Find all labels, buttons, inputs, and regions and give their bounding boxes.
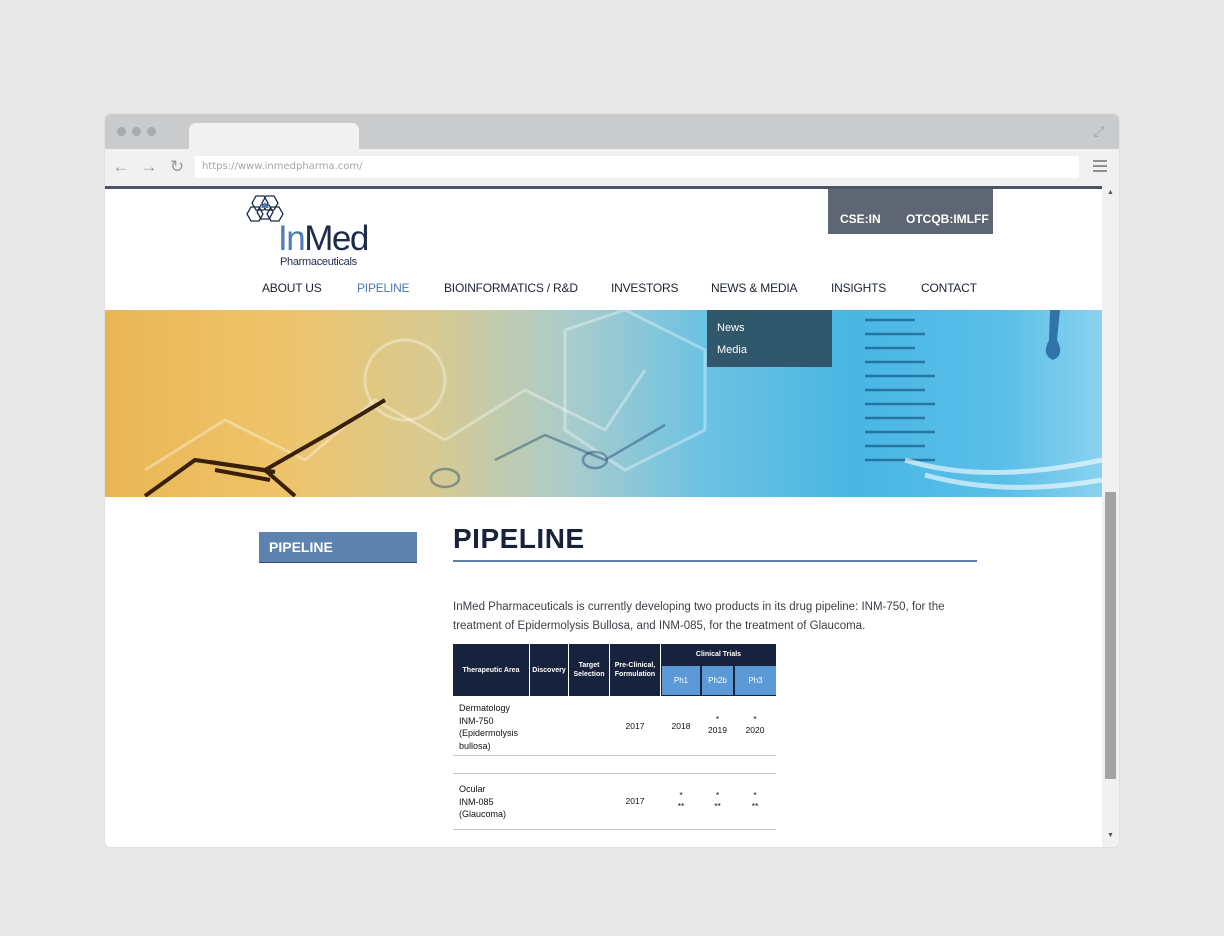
row1-area-line: (Epidermolysis bbox=[459, 728, 519, 738]
pipeline-table: Therapeutic Area Discovery Target Select… bbox=[453, 644, 776, 832]
row2-area-line: Ocular bbox=[459, 784, 486, 794]
reload-icon[interactable]: ↻ bbox=[167, 157, 187, 177]
row1-area-line: bullosa) bbox=[459, 740, 491, 751]
th-clinical-trials: Clinical Trials bbox=[661, 644, 776, 664]
stock-ticker-box: CSE:IN OTCQB:IMLFF bbox=[828, 189, 993, 234]
address-bar: ← → ↻ https://www.inmedpharma.com/ bbox=[105, 149, 1119, 186]
forward-arrow-icon[interactable]: → bbox=[139, 157, 159, 177]
row-divider bbox=[453, 755, 776, 756]
page-scrollbar[interactable]: ▲ ▼ bbox=[1102, 186, 1119, 847]
nav-pipeline[interactable]: PIPELINE bbox=[357, 281, 410, 295]
row2-ph3-mark: * bbox=[753, 790, 757, 800]
back-arrow-icon[interactable]: ← bbox=[111, 157, 131, 177]
sidebar-item-pipeline[interactable]: PIPELINE bbox=[259, 532, 417, 563]
title-underline bbox=[453, 560, 977, 562]
browser-window: ⤢ ← → ↻ https://www.inmedpharma.com/ InM… bbox=[105, 114, 1119, 847]
row1-ph2b-mark: * bbox=[715, 714, 720, 724]
inmed-logo[interactable]: InMed Pharmaceuticals bbox=[242, 194, 392, 269]
th-ph1: Ph1 bbox=[662, 666, 700, 695]
row2-ph2b: * ** bbox=[701, 790, 734, 812]
th-therapeutic-area: Therapeutic Area bbox=[453, 644, 529, 696]
row1-ph3-year: 2020 bbox=[745, 725, 765, 735]
row2-ph3: * ** bbox=[734, 790, 776, 812]
row2-area: Ocular INM-085 (Glaucoma) bbox=[459, 783, 506, 821]
scrollbar-thumb[interactable] bbox=[1105, 492, 1116, 779]
row2-ph2b-value: ** bbox=[714, 801, 721, 811]
row2-ph1-value: ** bbox=[677, 801, 685, 811]
browser-tab[interactable] bbox=[189, 123, 359, 149]
row-divider bbox=[453, 773, 776, 774]
intro-paragraph: InMed Pharmaceuticals is currently devel… bbox=[453, 601, 945, 632]
row1-area: Dermatology INM-750 (Epidermolysis bullo… bbox=[459, 702, 518, 752]
window-dot-minimize[interactable] bbox=[132, 127, 141, 136]
dropdown-item-news[interactable]: News bbox=[717, 322, 745, 334]
molecule-illustration bbox=[143, 310, 1102, 497]
scroll-up-arrow-icon[interactable]: ▲ bbox=[1105, 189, 1116, 196]
main-nav: ABOUT US PIPELINE BIOINFORMATICS / R&D I… bbox=[105, 281, 1102, 306]
row2-ph2b-mark: * bbox=[715, 790, 720, 800]
th-target-selection: Target Selection bbox=[569, 644, 609, 696]
row1-ph2b-year: 2019 bbox=[708, 725, 727, 735]
nav-investors[interactable]: INVESTORS bbox=[611, 281, 679, 295]
nav-contact[interactable]: CONTACT bbox=[921, 281, 977, 295]
nav-insights[interactable]: INSIGHTS bbox=[831, 281, 886, 295]
row1-preclinical: 2017 bbox=[625, 721, 645, 731]
scroll-down-arrow-icon[interactable]: ▼ bbox=[1105, 832, 1116, 839]
ticker-otcqb[interactable]: OTCQB:IMLFF bbox=[906, 212, 989, 226]
hamburger-menu-icon[interactable] bbox=[1093, 160, 1107, 175]
window-dot-zoom[interactable] bbox=[147, 127, 156, 136]
row2-preclinical: 2017 bbox=[625, 796, 645, 806]
row1-ph3: * 2020 bbox=[734, 714, 776, 736]
row-divider bbox=[453, 829, 776, 830]
th-ph2b: Ph2b bbox=[702, 666, 733, 695]
page-viewport: InMed Pharmaceuticals CSE:IN OTCQB:IMLFF… bbox=[105, 186, 1102, 847]
row2-ph3-value: ** bbox=[751, 801, 759, 811]
news-media-dropdown: News Media bbox=[707, 310, 832, 367]
row1-ph2b: * 2019 bbox=[701, 714, 734, 736]
nav-bioinformatics[interactable]: BIOINFORMATICS / R&D bbox=[444, 281, 578, 295]
th-preclinical: Pre-Clinical, Formulation bbox=[610, 644, 660, 696]
expand-icon[interactable]: ⤢ bbox=[1091, 123, 1107, 139]
ticker-cse[interactable]: CSE:IN bbox=[840, 212, 881, 226]
window-dot-close[interactable] bbox=[117, 127, 126, 136]
hero-banner bbox=[105, 310, 1102, 497]
row1-ph1: 2018 bbox=[671, 721, 691, 731]
row2-ph1-mark: * bbox=[679, 790, 683, 800]
dropdown-item-media[interactable]: Media bbox=[717, 344, 747, 356]
row1-ph3-mark: * bbox=[753, 714, 757, 724]
nav-about-us[interactable]: ABOUT US bbox=[262, 281, 322, 295]
logo-wordmark: InMed bbox=[278, 219, 369, 258]
row1-area-line: Dermatology bbox=[459, 703, 511, 713]
row2-area-line: INM-085 bbox=[459, 796, 494, 807]
th-ph3: Ph3 bbox=[735, 666, 776, 695]
th-discovery: Discovery bbox=[530, 644, 568, 696]
nav-news-media[interactable]: NEWS & MEDIA bbox=[711, 281, 797, 295]
page-title: PIPELINE bbox=[453, 523, 585, 554]
row1-area-line: INM-750 bbox=[459, 715, 494, 726]
logo-subtitle: Pharmaceuticals bbox=[280, 256, 357, 268]
row2-area-line: (Glaucoma) bbox=[459, 809, 507, 819]
row2-ph1: * ** bbox=[661, 790, 701, 812]
url-field[interactable]: https://www.inmedpharma.com/ bbox=[195, 156, 1079, 178]
title-bar: ⤢ bbox=[105, 114, 1119, 149]
